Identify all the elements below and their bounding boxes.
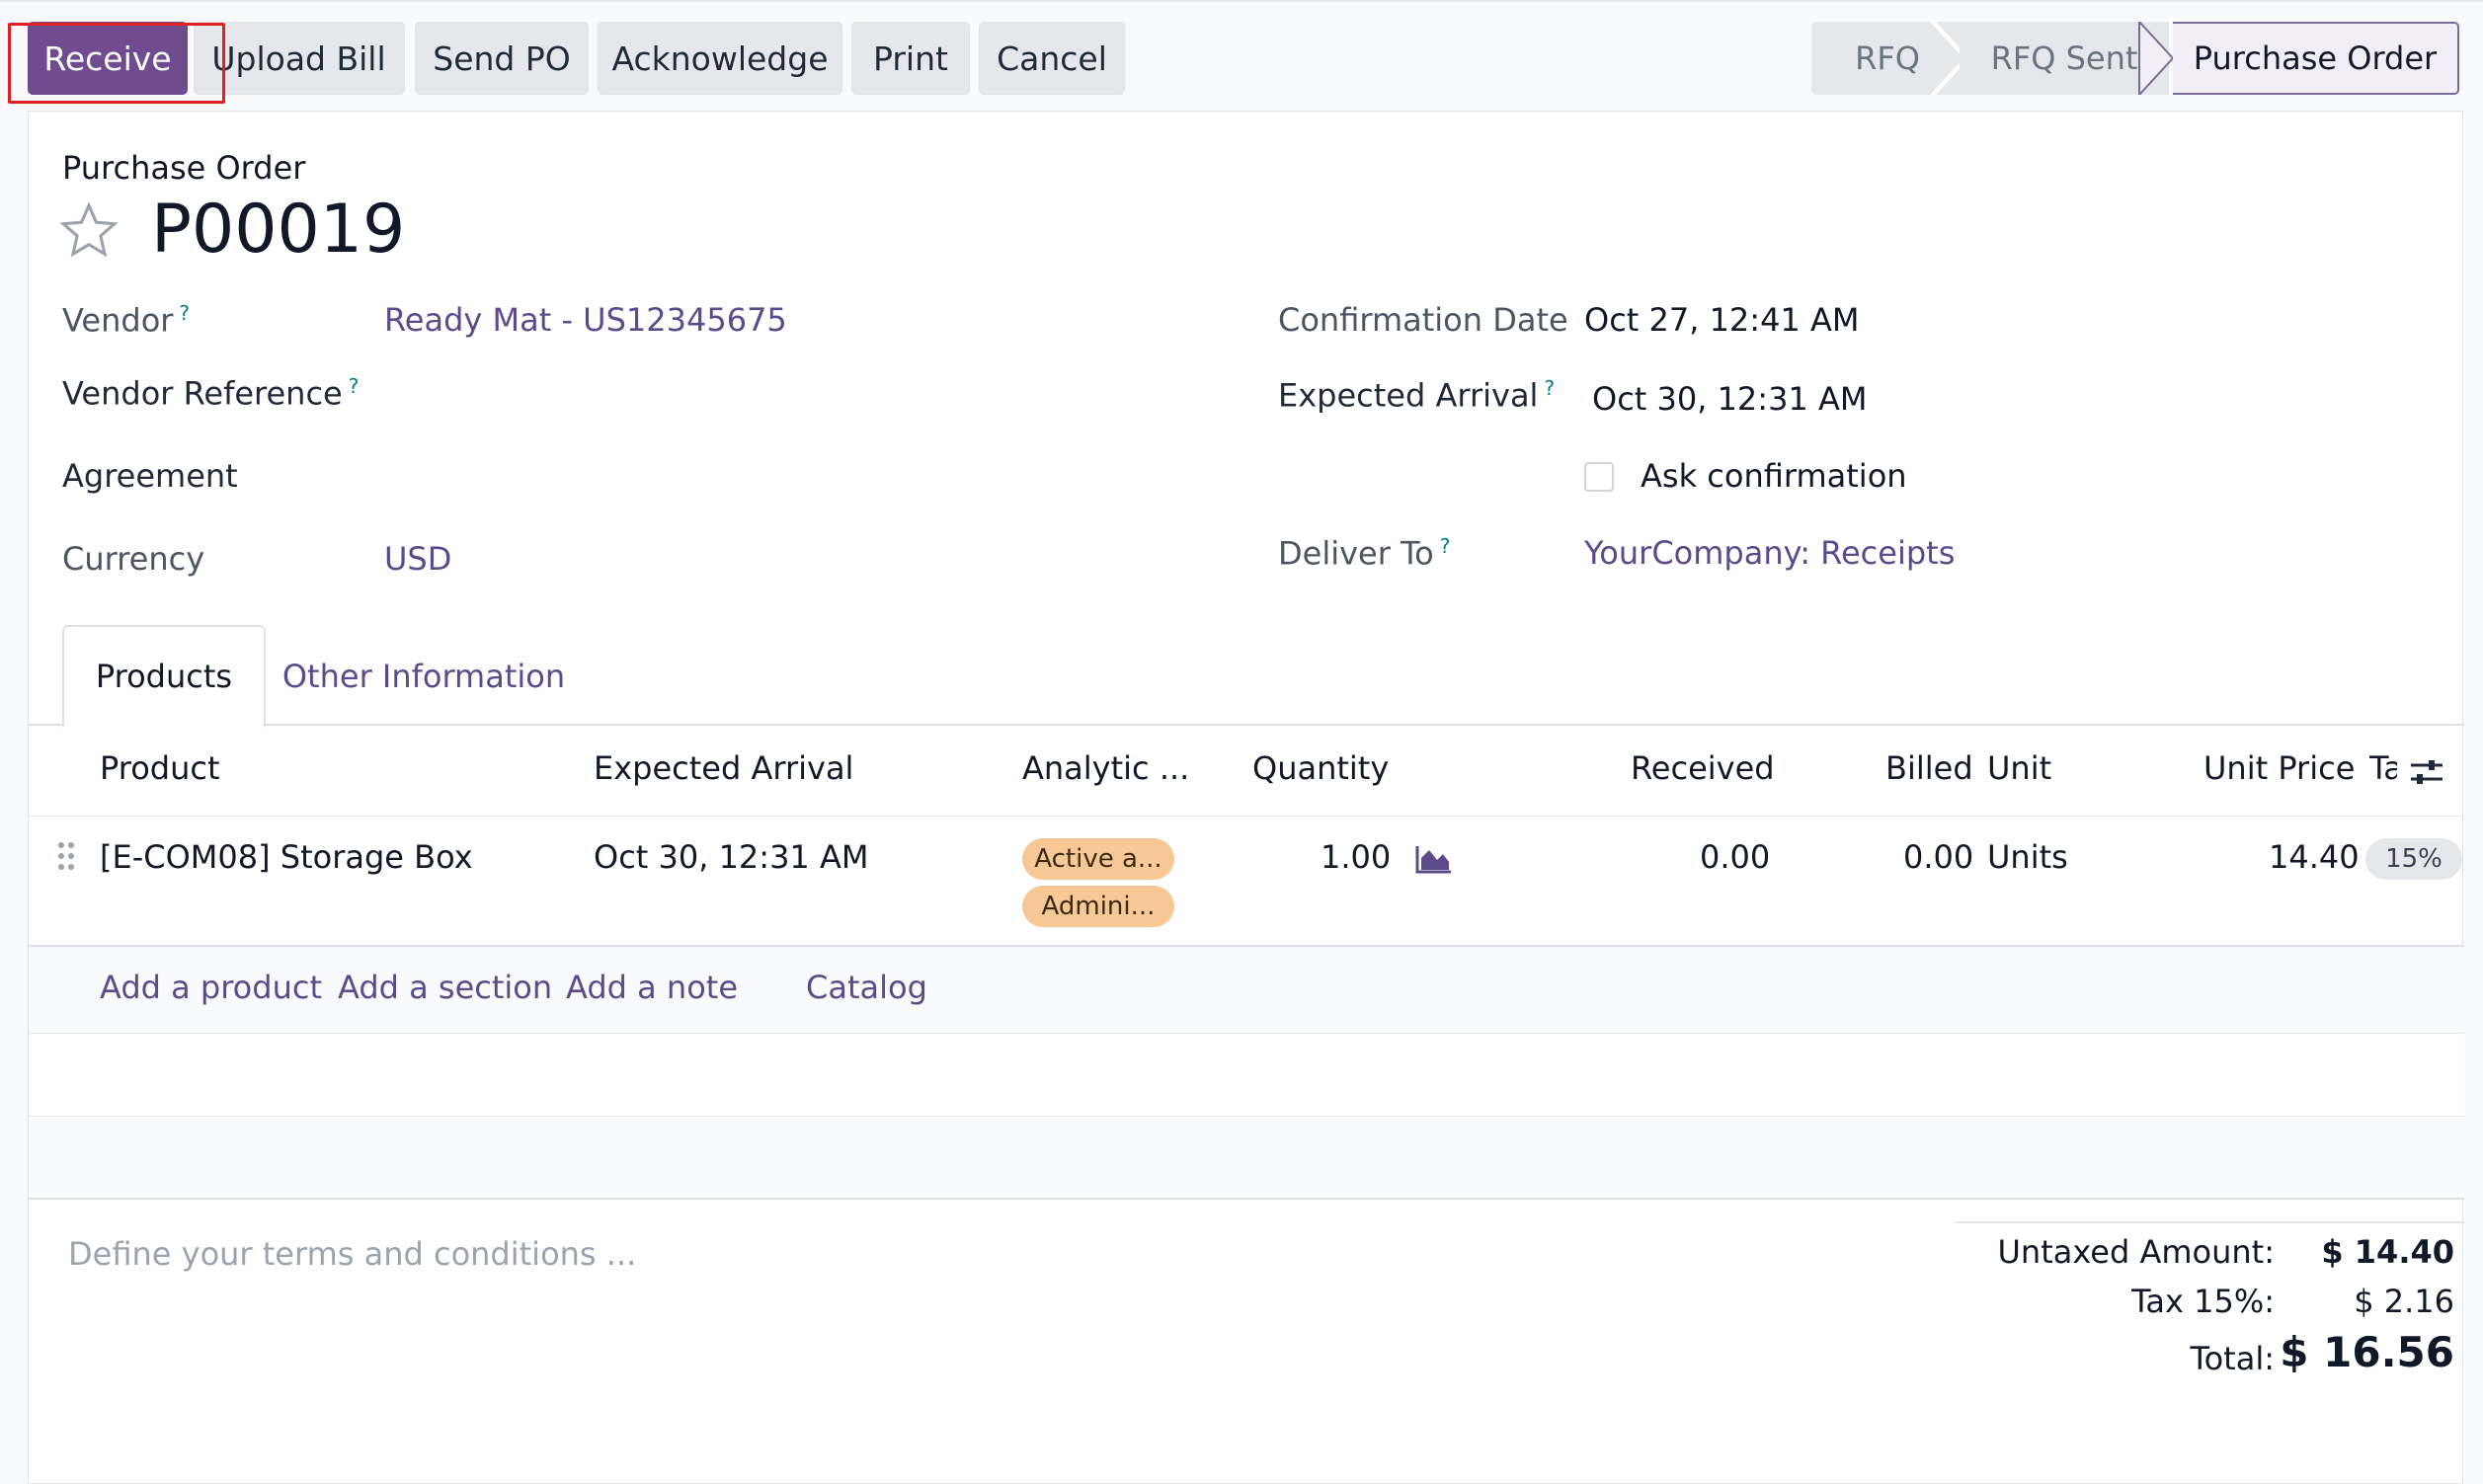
- star-icon[interactable]: [58, 200, 120, 262]
- add-note-link[interactable]: Add a note: [566, 969, 738, 1006]
- control-panel: Receive Upload Bill Send PO Acknowledge …: [0, 4, 2483, 111]
- vendor-field[interactable]: Ready Mat - US12345675: [384, 301, 787, 339]
- catalog-link[interactable]: Catalog: [806, 969, 927, 1006]
- ask-confirmation-label: Ask confirmation: [1641, 457, 1907, 495]
- confirmation-date-field[interactable]: Oct 27, 12:41 AM: [1584, 301, 1859, 339]
- vendor-label: Vendor?: [62, 301, 191, 340]
- currency-field[interactable]: USD: [384, 540, 451, 578]
- confirmation-date-label: Confirmation Date: [1278, 301, 1568, 339]
- tax-value: $ 2.16: [2354, 1283, 2454, 1320]
- stage-purchase-order[interactable]: Purchase Order: [2173, 22, 2459, 95]
- cancel-button[interactable]: Cancel: [979, 22, 1125, 95]
- add-line-row: Add a product Add a section Add a note C…: [29, 947, 2464, 1034]
- tab-other-information[interactable]: Other Information: [270, 625, 578, 728]
- expected-arrival-field[interactable]: Oct 30, 12:31 AM: [1592, 380, 1867, 418]
- total-value: $ 16.56: [2280, 1328, 2454, 1376]
- column-header-billed[interactable]: Billed: [1885, 749, 1973, 787]
- drag-handle-icon[interactable]: [56, 840, 76, 872]
- billed-cell: 0.00: [1903, 838, 1974, 876]
- totals-divider: [1955, 1221, 2464, 1223]
- column-header-unit[interactable]: Unit: [1987, 749, 2051, 787]
- order-lines-header: Product Expected Arrival Analytic ... Qu…: [29, 728, 2464, 817]
- untaxed-amount-label: Untaxed Amount:: [1997, 1233, 2275, 1271]
- notebook-tabs: Products Other Information: [29, 625, 2464, 728]
- ask-confirmation-checkbox[interactable]: [1584, 462, 1614, 492]
- status-bar: RFQ RFQ Sent Purchase Order: [1811, 22, 2459, 95]
- print-button[interactable]: Print: [851, 22, 970, 95]
- deliver-to-label: Deliver To?: [1278, 534, 1451, 573]
- agreement-label: Agreement: [62, 457, 238, 495]
- forecast-chart-icon[interactable]: [1415, 844, 1453, 874]
- upload-bill-button[interactable]: Upload Bill: [194, 22, 405, 95]
- total-label: Total:: [2190, 1340, 2275, 1377]
- vendor-reference-label: Vendor Reference?: [62, 374, 360, 413]
- acknowledge-button[interactable]: Acknowledge: [598, 22, 842, 95]
- unit-cell[interactable]: Units: [1987, 838, 2068, 876]
- optional-columns-icon[interactable]: [2409, 757, 2444, 787]
- tax-badge[interactable]: 15%: [2365, 838, 2462, 880]
- add-product-link[interactable]: Add a product: [100, 969, 322, 1006]
- column-header-received[interactable]: Received: [1631, 749, 1775, 787]
- tax-label: Tax 15%:: [2131, 1283, 2275, 1320]
- empty-row: [29, 1117, 2464, 1200]
- record-name: P00019: [151, 191, 406, 269]
- untaxed-amount-value: $ 14.40: [2321, 1233, 2454, 1271]
- tab-products[interactable]: Products: [62, 625, 266, 728]
- stage-chevron-icon: [2137, 22, 2175, 95]
- currency-label: Currency: [62, 540, 205, 578]
- column-header-taxes[interactable]: Ta: [2369, 749, 2397, 787]
- column-header-quantity[interactable]: Quantity: [1252, 749, 1389, 787]
- column-header-product[interactable]: Product: [100, 749, 220, 787]
- add-section-link[interactable]: Add a section: [338, 969, 552, 1006]
- empty-row: [29, 1034, 2464, 1117]
- deliver-to-field[interactable]: YourCompany: Receipts: [1584, 534, 1955, 572]
- terms-and-conditions-field[interactable]: Define your terms and conditions ...: [68, 1235, 636, 1273]
- expected-arrival-cell[interactable]: Oct 30, 12:31 AM: [594, 838, 868, 876]
- unit-price-cell[interactable]: 14.40: [2269, 838, 2360, 876]
- record-kind-label: Purchase Order: [62, 149, 306, 187]
- column-header-analytic[interactable]: Analytic ...: [1022, 749, 1189, 787]
- send-po-button[interactable]: Send PO: [415, 22, 589, 95]
- column-header-expected-arrival[interactable]: Expected Arrival: [594, 749, 853, 787]
- quantity-cell[interactable]: 1.00: [1321, 838, 1391, 876]
- received-cell: 0.00: [1700, 838, 1771, 876]
- form-sheet: Purchase Order P00019 Vendor? Ready Mat …: [28, 111, 2464, 1484]
- receive-button[interactable]: Receive: [28, 22, 188, 95]
- table-row[interactable]: [E-COM08] Storage Box Oct 30, 12:31 AM A…: [29, 817, 2464, 947]
- analytic-tag[interactable]: Active a...: [1022, 838, 1174, 880]
- column-header-unit-price[interactable]: Unit Price: [2203, 749, 2355, 787]
- product-cell[interactable]: [E-COM08] Storage Box: [100, 838, 473, 876]
- analytic-tag[interactable]: Admini...: [1022, 886, 1174, 927]
- expected-arrival-label: Expected Arrival?: [1278, 376, 1556, 415]
